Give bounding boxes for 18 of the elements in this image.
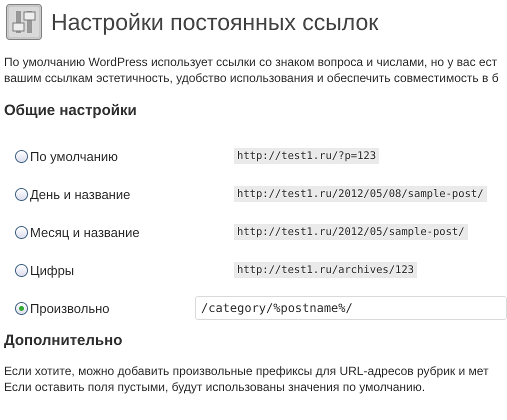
structure-input[interactable]: /category/%postname%/ <box>195 296 507 320</box>
section-heading: Общие настройки <box>4 101 137 121</box>
radio-option[interactable]: Произвольно <box>15 300 195 316</box>
url-example: http://test1.ru/?p=123 <box>234 148 380 164</box>
radio-option[interactable]: Месяц и название <box>15 224 234 240</box>
optional-text: Если оставить поля пустыми, будут использованы значения по умолчанию. <box>4 379 426 395</box>
radio-option[interactable]: По умолчанию <box>15 148 234 164</box>
optional-text: Если хотите, можно добавить произвольные префиксы для URL-адресов рубрик и мет <box>4 363 489 379</box>
url-example: http://test1.ru/archives/123 <box>234 262 418 278</box>
radio-option[interactable]: День и название <box>15 186 234 202</box>
url-example: http://test1.ru/2012/05/sample-post/ <box>234 224 468 240</box>
intro-text: По умолчанию WordPress использует ссылки со знаком вопроса и числами, но у вас ест <box>4 54 498 70</box>
url-example: http://test1.ru/2012/05/08/sample-post/ <box>234 186 487 202</box>
radio-option[interactable]: Цифры <box>15 262 234 278</box>
section-heading: Дополнительно <box>4 331 122 351</box>
intro-text: вашим ссылкам эстетичность, удобство использования и обеспечить совместимость в б <box>4 70 499 86</box>
settings-sliders-icon <box>6 4 42 40</box>
page-title: Настройки постоянных ссылок <box>51 8 378 36</box>
